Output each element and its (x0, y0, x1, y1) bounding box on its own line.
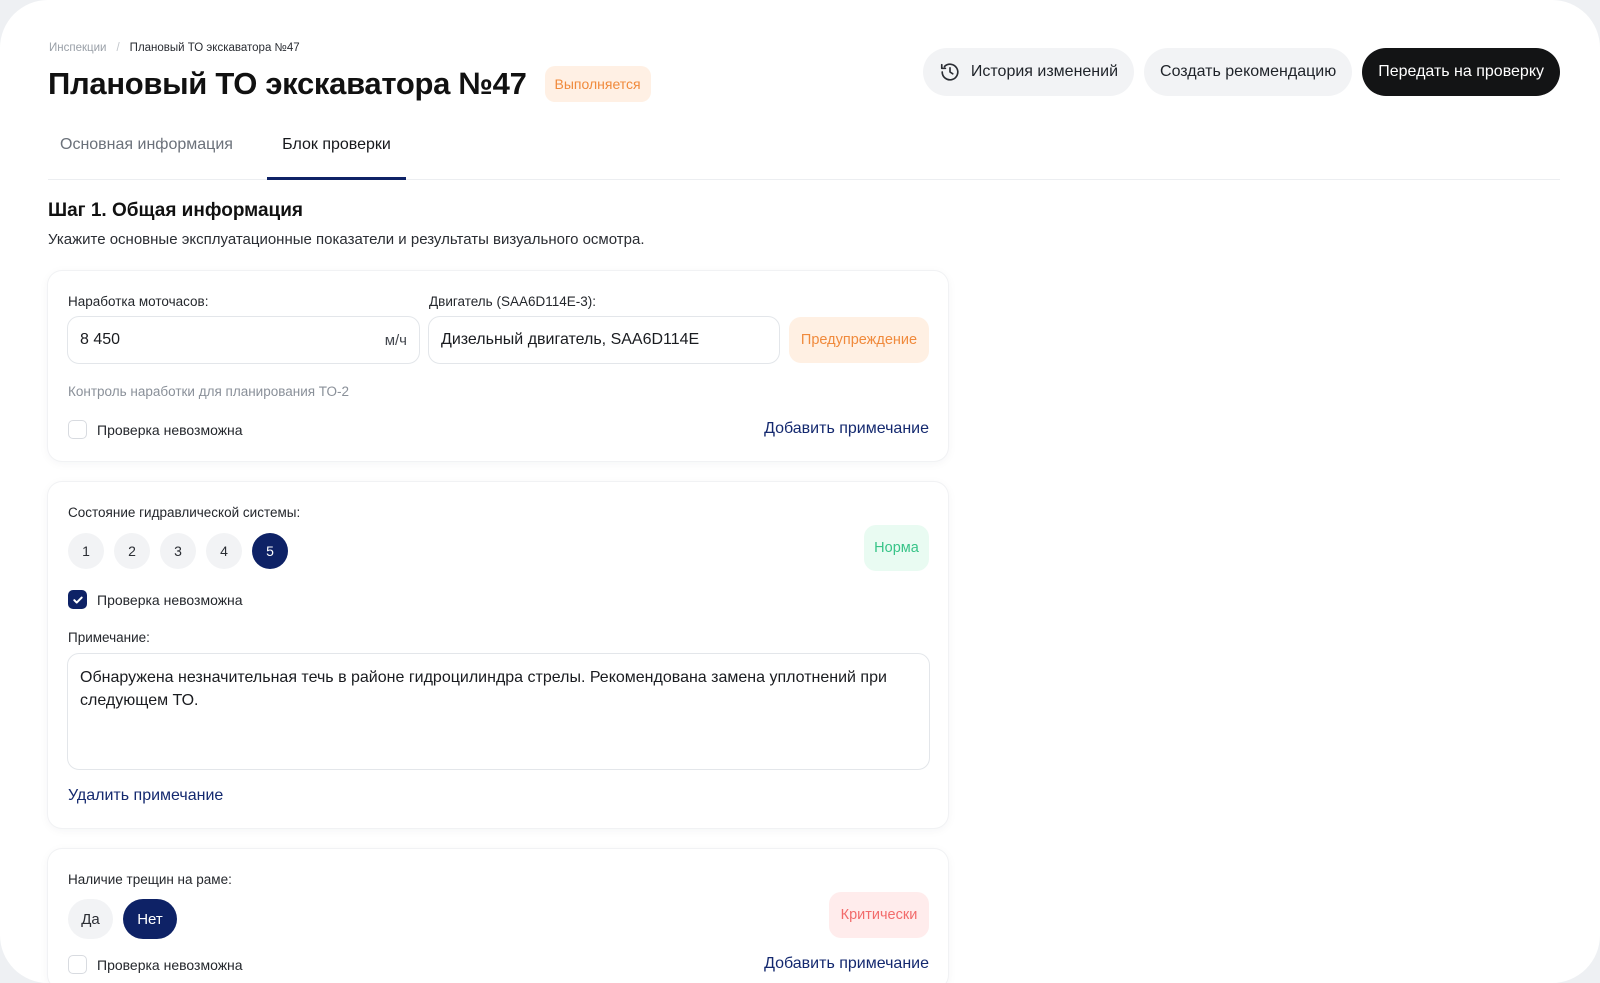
add-note-link-1[interactable]: Добавить примечание (764, 420, 929, 438)
warning-tag: Предупреждение (789, 317, 929, 363)
submit-for-review-button[interactable]: Передать на проверку (1362, 48, 1560, 96)
rating-option-4[interactable]: 4 (206, 533, 242, 569)
hours-value: 8 450 (80, 331, 121, 348)
history-button[interactable]: История изменений (922, 48, 1135, 96)
rating-option-1[interactable]: 1 (68, 533, 104, 569)
engine-value: Дизельный двигатель, SAA6D114E (441, 331, 700, 348)
breadcrumb-link-inspections[interactable]: Инспекции (49, 42, 106, 54)
page-title: Плановый ТО экскаватора №47 (48, 66, 527, 101)
remove-note-link[interactable]: Удалить примечание (68, 787, 223, 805)
ok-tag: Норма (864, 525, 929, 571)
check-impossible-row-2[interactable]: Проверка невозможна (68, 590, 243, 609)
hours-label: Наработка моточасов: (68, 294, 209, 309)
check-impossible-label-3: Проверка невозможна (97, 956, 243, 973)
tab-bar: Основная информация Блок проверки (48, 130, 1560, 180)
cracks-label: Наличие трещин на раме: (68, 872, 232, 887)
history-button-label: История изменений (970, 63, 1119, 80)
tab-main-info[interactable]: Основная информация (60, 136, 233, 180)
tab-check-block[interactable]: Блок проверки (267, 136, 406, 180)
hours-input[interactable]: 8 450 м/ч (67, 316, 420, 364)
yes-no-group: Да Нет (68, 899, 177, 939)
engine-label: Двигатель (SAA6D114E-3): (429, 294, 596, 309)
no-option[interactable]: Нет (123, 899, 177, 939)
section-description: Укажите основные эксплуатационные показа… (48, 231, 645, 248)
hydraulics-card: Состояние гидравлической системы: 1 2 3 … (48, 482, 948, 828)
check-impossible-checkbox-3[interactable] (68, 955, 87, 974)
history-icon (939, 61, 961, 83)
engine-input[interactable]: Дизельный двигатель, SAA6D114E (428, 316, 780, 364)
check-impossible-checkbox-1[interactable] (68, 420, 87, 439)
status-badge: Выполняется (544, 66, 651, 102)
app-frame: Инспекции / Плановый ТО экскаватора №47 … (0, 0, 1600, 983)
note-textarea[interactable]: Обнаружена незначительная течь в районе … (67, 653, 930, 770)
header-actions: История изменений Создать рекомендацию П… (922, 48, 1560, 96)
add-note-link-3[interactable]: Добавить примечание (764, 955, 929, 973)
checkmark-icon (72, 596, 83, 604)
breadcrumb-current: Плановый ТО экскаватора №47 (129, 42, 300, 54)
frame-cracks-card: Наличие трещин на раме: Да Нет Критическ… (48, 849, 948, 983)
rating-option-3[interactable]: 3 (160, 533, 196, 569)
engine-hours-card: Наработка моточасов: 8 450 м/ч Двигатель… (48, 271, 948, 461)
check-impossible-label-1: Проверка невозможна (97, 421, 243, 438)
check-impossible-label-2: Проверка невозможна (97, 591, 243, 608)
title-row: Плановый ТО экскаватора №47 Выполняется (48, 66, 651, 102)
create-recommendation-button[interactable]: Создать рекомендацию (1144, 48, 1353, 96)
hours-unit: м/ч (384, 331, 407, 349)
check-impossible-row-1[interactable]: Проверка невозможна (68, 420, 243, 439)
hydraulics-label: Состояние гидравлической системы: (68, 505, 301, 520)
rating-option-5[interactable]: 5 (252, 533, 288, 569)
hours-hint: Контроль наработки для планирования ТО-2 (68, 384, 349, 399)
page-header: Инспекции / Плановый ТО экскаватора №47 … (48, 40, 1560, 120)
check-impossible-row-3[interactable]: Проверка невозможна (68, 955, 243, 974)
rating-group: 1 2 3 4 5 (68, 533, 288, 569)
breadcrumb-separator: / (116, 42, 120, 54)
yes-option[interactable]: Да (68, 899, 113, 939)
section-title: Шаг 1. Общая информация (48, 200, 303, 221)
critical-tag: Критически (829, 892, 929, 938)
rating-option-2[interactable]: 2 (114, 533, 150, 569)
check-impossible-checkbox-2[interactable] (68, 590, 87, 609)
note-label: Примечание: (68, 630, 150, 645)
breadcrumb: Инспекции / Плановый ТО экскаватора №47 (49, 42, 300, 54)
